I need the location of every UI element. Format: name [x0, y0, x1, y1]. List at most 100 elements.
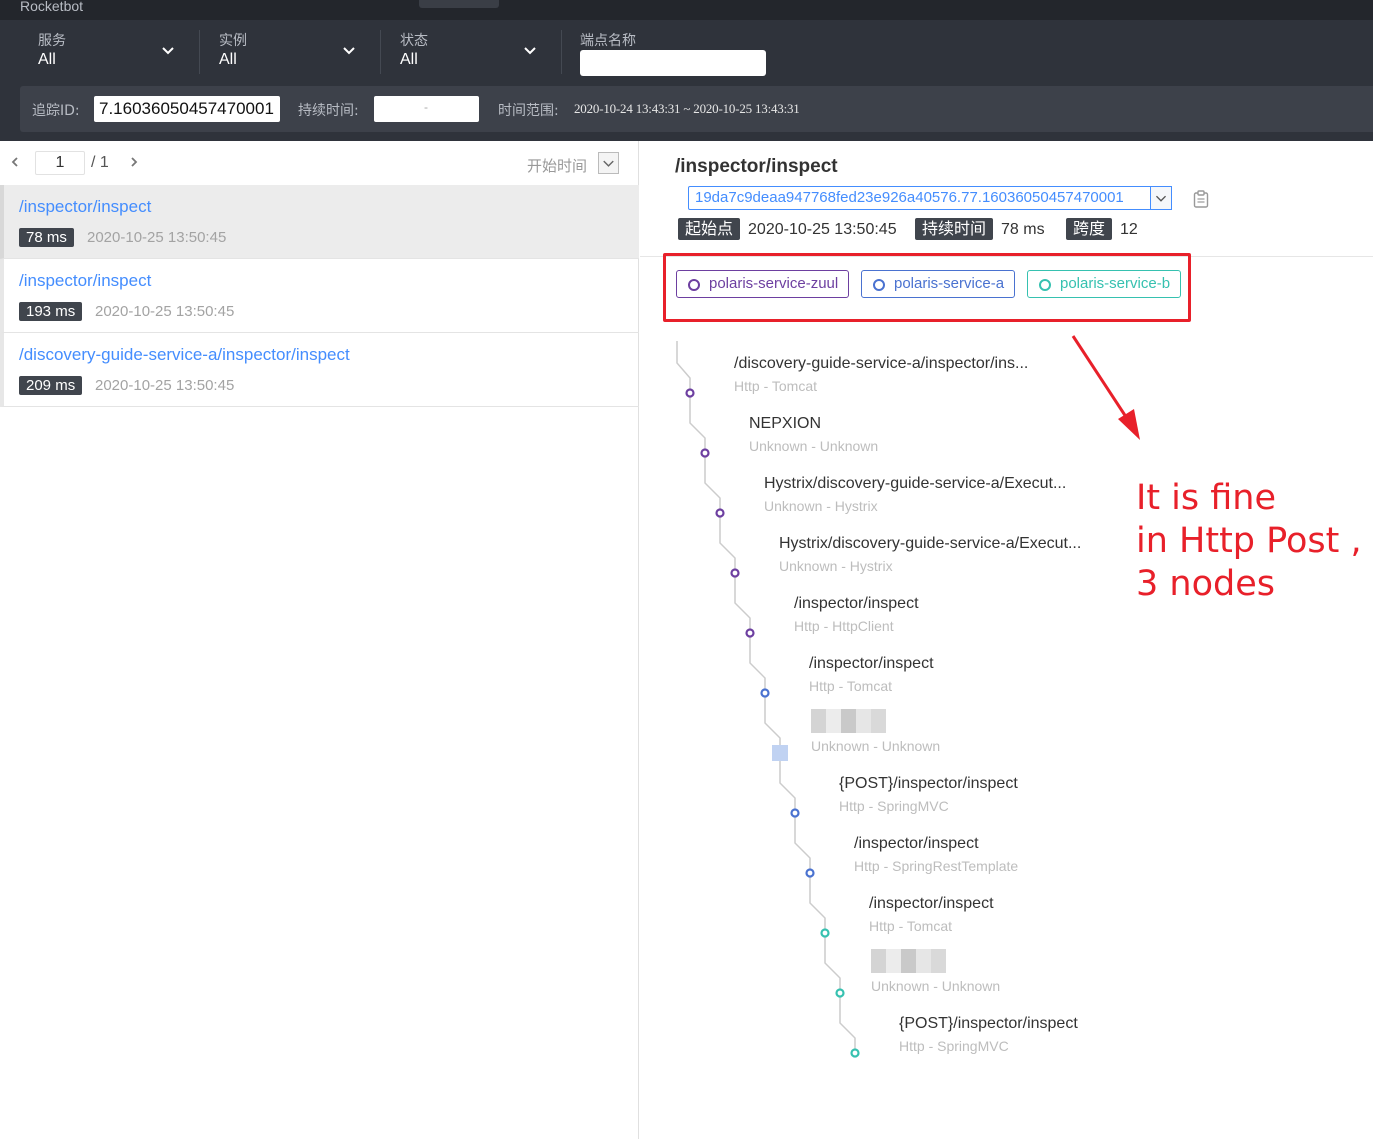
span-name[interactable]: /discovery-guide-service-a/inspector/ins…: [734, 355, 1028, 373]
trace-id-input[interactable]: 7.16036050457470001: [94, 96, 280, 122]
span-name[interactable]: /inspector/inspect: [869, 895, 994, 913]
trace-time: 2020-10-25 13:50:45: [95, 303, 235, 320]
span-name[interactable]: /inspector/inspect: [794, 595, 919, 613]
trace-detail-pane: /inspector/inspect 19da7c9deaa947768fed2…: [640, 141, 1373, 1139]
span-type: Http - SpringMVC: [899, 1038, 1009, 1054]
service-filter-label: 服务: [38, 33, 66, 49]
duration-input[interactable]: -: [374, 96, 479, 122]
instance-filter[interactable]: 实例 All: [219, 28, 359, 80]
annotation-text: It is fine in Http Post , 3 nodes: [1136, 478, 1362, 604]
span-type: Unknown - Hystrix: [779, 558, 893, 574]
filter-divider: [199, 30, 200, 74]
duration-label: 持续时间:: [298, 103, 359, 119]
trace-time: 2020-10-25 13:50:45: [95, 377, 235, 394]
span-name[interactable]: Hystrix/discovery-guide-service-a/Execut…: [779, 535, 1081, 553]
span-node[interactable]: [715, 508, 725, 518]
duration-separator: -: [424, 100, 428, 114]
instance-filter-value: All: [219, 51, 237, 68]
span-type: Unknown - Unknown: [871, 978, 1001, 994]
span-node[interactable]: [745, 628, 755, 638]
filter-divider: [380, 30, 381, 74]
duration-badge: 78 ms: [19, 228, 74, 247]
trace-list-item[interactable]: /inspector/inspect 78 ms 2020-10-25 13:5…: [0, 185, 639, 259]
tree-connector: [809, 873, 826, 933]
trace-list-item[interactable]: /inspector/inspect 193 ms 2020-10-25 13:…: [0, 259, 639, 333]
span-node[interactable]: [850, 1048, 860, 1058]
tree-connector: [779, 753, 796, 813]
tree-connector: [749, 633, 766, 693]
trace-name[interactable]: /discovery-guide-service-a/inspector/ins…: [19, 345, 350, 365]
span-name[interactable]: {POST}/inspector/inspect: [839, 775, 1018, 793]
span-type: Http - Tomcat: [734, 378, 817, 394]
span-node[interactable]: [820, 928, 830, 938]
span-name[interactable]: Hystrix/discovery-guide-service-a/Execut…: [764, 475, 1066, 493]
page-total: / 1: [91, 154, 109, 171]
time-range-label: 时间范围:: [498, 103, 559, 119]
search-bar: 追踪ID: 7.16036050457470001 持续时间: - 时间范围: …: [0, 86, 1373, 141]
trace-id-label: 追踪ID:: [32, 103, 80, 119]
tree-connector: [764, 693, 781, 753]
tree-connector: [719, 513, 736, 573]
span-node[interactable]: [760, 688, 770, 698]
duration-badge: 209 ms: [19, 376, 83, 395]
span-node[interactable]: [772, 745, 788, 761]
chevron-down-icon: [603, 160, 614, 167]
trace-name[interactable]: /inspector/inspect: [19, 197, 151, 217]
span-name[interactable]: /inspector/inspect: [854, 835, 979, 853]
span-node[interactable]: [685, 388, 695, 398]
chevron-right-icon[interactable]: [128, 155, 140, 169]
span-node[interactable]: [700, 448, 710, 458]
tree-connector: [734, 573, 751, 633]
span-type: Http - HttpClient: [794, 618, 894, 634]
tree-connector: [676, 341, 691, 393]
span-name[interactable]: {POST}/inspector/inspect: [899, 1015, 1078, 1033]
span-name[interactable]: NEPXION: [749, 415, 821, 433]
span-type: Unknown - Unknown: [811, 738, 941, 754]
tree-connector: [704, 453, 721, 513]
span-node[interactable]: [805, 868, 815, 878]
span-node[interactable]: [790, 808, 800, 818]
status-filter-label: 状态: [400, 33, 428, 49]
app-header: Rocketbot: [0, 0, 1373, 20]
span-type: Http - Tomcat: [869, 918, 952, 934]
span-type: Http - Tomcat: [809, 678, 892, 694]
page-input[interactable]: 1: [35, 151, 85, 175]
chevron-down-icon[interactable]: [341, 42, 357, 58]
tree-connector: [794, 813, 811, 873]
time-range-value[interactable]: 2020-10-24 13:43:31 ~ 2020-10-25 13:43:3…: [574, 101, 800, 117]
span-node[interactable]: [730, 568, 740, 578]
duration-badge: 193 ms: [19, 302, 83, 321]
annotation-arrow: [1071, 335, 1140, 440]
span-node[interactable]: [835, 988, 845, 998]
chevron-down-icon[interactable]: [160, 42, 176, 58]
header-tab[interactable]: [419, 0, 499, 8]
redacted-span-name: [811, 709, 886, 733]
trace-list-item[interactable]: /discovery-guide-service-a/inspector/ins…: [0, 333, 639, 407]
redacted-span-name: [871, 949, 946, 973]
service-filter-value: All: [38, 51, 56, 68]
service-filter[interactable]: 服务 All: [38, 28, 178, 80]
search-panel: 追踪ID: 7.16036050457470001 持续时间: - 时间范围: …: [20, 86, 1373, 132]
chevron-left-icon[interactable]: [9, 155, 21, 169]
tree-connector: [839, 993, 856, 1053]
sort-select[interactable]: [598, 152, 619, 174]
app-title: Rocketbot: [20, 0, 84, 14]
trace-name[interactable]: /inspector/inspect: [19, 271, 151, 291]
filter-bar: 服务 All 实例 All 状态 All 端点名称: [0, 20, 1373, 86]
span-type: Unknown - Hystrix: [764, 498, 878, 514]
status-filter-value: All: [400, 51, 418, 68]
filter-divider: [561, 30, 562, 74]
span-type: Http - SpringMVC: [839, 798, 949, 814]
trace-list-pane: 1 / 1 开始时间 /inspector/inspect 78 ms 2020…: [0, 141, 639, 1139]
tree-connector: [689, 393, 706, 453]
span-name[interactable]: /inspector/inspect: [809, 655, 934, 673]
endpoint-input[interactable]: [580, 50, 766, 76]
span-type: Http - SpringRestTemplate: [854, 858, 1019, 874]
span-type: Unknown - Unknown: [749, 438, 879, 454]
instance-filter-label: 实例: [219, 33, 247, 49]
pagination: 1 / 1 开始时间: [0, 141, 639, 185]
trace-list: /inspector/inspect 78 ms 2020-10-25 13:5…: [0, 185, 639, 407]
chevron-down-icon[interactable]: [522, 42, 538, 58]
status-filter[interactable]: 状态 All: [400, 28, 540, 80]
endpoint-filter-label: 端点名称: [580, 33, 636, 49]
